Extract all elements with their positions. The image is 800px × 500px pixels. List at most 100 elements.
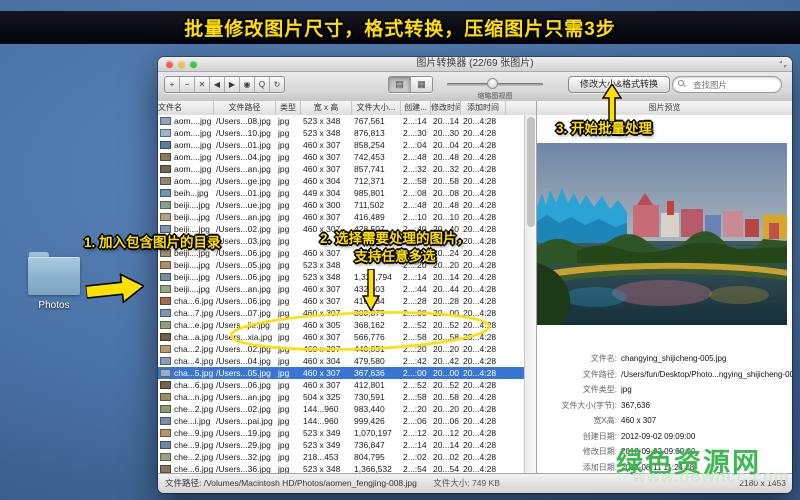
desktop-folder-photos[interactable]: Photos xyxy=(28,250,80,314)
file-thumbnail-icon xyxy=(160,141,171,149)
file-thumbnail-icon xyxy=(160,453,171,461)
fullscreen-icon[interactable] xyxy=(779,60,787,68)
table-cell: 460 x 307 xyxy=(301,139,352,151)
table-cell: /Users...01.jpg xyxy=(214,139,276,151)
column-header[interactable]: 创建... xyxy=(401,101,431,115)
table-cell: 2...:06 xyxy=(401,415,431,427)
app-window: 图片转换器 (22/69 张图片) +−✕◀▶◉Q↻ ▤ ▦ 缩略图视图 修改大… xyxy=(158,57,792,493)
table-row[interactable]: aom....jpg/Users...an.jpgjpg460 x 307857… xyxy=(158,163,524,175)
table-cell: aom....jpg xyxy=(158,163,214,175)
delete-button[interactable]: ✕ xyxy=(195,77,210,92)
file-thumbnail-icon xyxy=(160,297,171,305)
table-cell: cha...2.jpg xyxy=(158,343,214,355)
table-cell: 20...04 xyxy=(431,139,461,151)
table-cell: jpg xyxy=(276,199,301,211)
remove-button[interactable]: − xyxy=(180,77,195,92)
next-button[interactable]: ▶ xyxy=(225,77,240,92)
table-cell: jpg xyxy=(276,115,301,127)
header-strip: 文件名文件路径类型宽 x 高文件大小...创建...修改时间添加时间 图片预览 xyxy=(158,101,792,116)
table-row[interactable]: cha...n.jpg/Users...an.jpgjpg504 x 32573… xyxy=(158,391,524,403)
column-header[interactable]: 修改时间 xyxy=(431,101,461,115)
table-cell: jpg xyxy=(276,439,301,451)
table-cell: che...6.jpg xyxy=(158,463,214,473)
table-row[interactable]: che...9.jpg/Users...19.jpgjpg523 x 3491,… xyxy=(158,427,524,439)
table-row[interactable]: beiji....jpg/Users...06.jpgjpg523 x 3481… xyxy=(158,271,524,283)
table-cell: 736,847 xyxy=(352,439,401,451)
promo-banner-text: 批量修改图片尺寸，格式转换，压缩图片只需3步 xyxy=(184,14,616,41)
table-cell: cha...a.jpg xyxy=(158,331,214,343)
search-input[interactable] xyxy=(691,78,779,92)
table-row[interactable]: aom....jpg/Users...04.jpgjpg460 x 307742… xyxy=(158,151,524,163)
table-cell: jpg xyxy=(276,463,301,473)
list-view-button[interactable]: ▤ xyxy=(389,77,410,92)
slider-knob[interactable] xyxy=(487,78,498,89)
column-header[interactable]: 添加时间 xyxy=(461,101,506,115)
table-cell: 2...:04 xyxy=(401,139,431,151)
table-cell: 523 x 348 xyxy=(301,271,352,283)
file-thumbnail-icon xyxy=(160,441,171,449)
table-row[interactable]: che...2.jpg/Users...02.jpgjpg144...96098… xyxy=(158,403,524,415)
preview-eye-button[interactable]: ◉ xyxy=(240,77,255,92)
table-row[interactable]: beiji....jpg/Users...an.jpgjpg460 x 3074… xyxy=(158,211,524,223)
grid-view-button[interactable]: ▦ xyxy=(410,77,432,92)
table-row[interactable]: cha...4.jpg/Users...04.jpgjpg460 x 30447… xyxy=(158,355,524,367)
thumbnail-size-slider[interactable] xyxy=(447,81,543,87)
search-field[interactable] xyxy=(672,76,782,93)
table-cell: aom....jpg xyxy=(158,175,214,187)
refresh-button[interactable]: ↻ xyxy=(270,77,284,92)
table-cell: 2...:48 xyxy=(401,199,431,211)
file-thumbnail-icon xyxy=(160,261,171,269)
table-row[interactable]: aom....jpg/Users...01.jpgjpg460 x 307858… xyxy=(158,139,524,151)
table-cell: 20...42 xyxy=(431,355,461,367)
table-cell: che...2.jpg xyxy=(158,451,214,463)
scrollbar-thumb[interactable] xyxy=(527,117,535,227)
table-cell: /Users...an.jpg xyxy=(214,391,276,403)
table-cell: 460 x 307 xyxy=(301,211,352,223)
table-cell: 804,795 xyxy=(352,451,401,463)
detail-row: 宽X高:460 x 307 xyxy=(537,413,792,429)
table-cell: 2...:14 xyxy=(401,115,431,127)
table-cell: 449 x 304 xyxy=(301,187,352,199)
table-row[interactable]: cha...5.jpg/Users...05.jpgjpg460 x 30736… xyxy=(158,367,524,379)
table-row[interactable]: aom....jpg/Users...10.jpgjpg523 x 348876… xyxy=(158,127,524,139)
table-cell: 20...4:28 xyxy=(461,187,506,199)
table-cell: 460 x 300 xyxy=(301,199,352,211)
window-titlebar[interactable]: 图片转换器 (22/69 张图片) xyxy=(158,57,792,72)
file-thumbnail-icon xyxy=(160,285,171,293)
table-row[interactable]: beiji....jpg/Users...an.jpgjpg460 x 3074… xyxy=(158,283,524,295)
table-row[interactable]: aom....jpg/Users...08.jpgjpg523 x 348767… xyxy=(158,115,524,127)
table-cell: 20...4:28 xyxy=(461,391,506,403)
column-header[interactable]: 文件路径 xyxy=(214,101,276,115)
column-header[interactable]: 类型 xyxy=(276,101,301,115)
table-cell: 20...4:28 xyxy=(461,211,506,223)
table-row[interactable]: che...6.jpg/Users...36.jpgjpg523 x 3481,… xyxy=(158,463,524,473)
table-row[interactable]: beih...jpg/Users...01.jpgjpg449 x 304985… xyxy=(158,187,524,199)
table-cell: jpg xyxy=(276,403,301,415)
table-cell: jpg xyxy=(276,211,301,223)
magnify-button[interactable]: Q xyxy=(255,77,270,92)
table-cell: 416,489 xyxy=(352,211,401,223)
prev-button[interactable]: ◀ xyxy=(210,77,225,92)
file-thumbnail-icon xyxy=(160,189,171,197)
table-cell: aom....jpg xyxy=(158,139,214,151)
table-row[interactable]: cha...6.jpg/Users...06.jpgjpg460 x 30741… xyxy=(158,379,524,391)
table-row[interactable]: che...9.jpg/Users...29.jpgjpg523 x 34973… xyxy=(158,439,524,451)
column-header[interactable]: 宽 x 高 xyxy=(301,101,352,115)
table-cell: 20...02 xyxy=(431,451,461,463)
table-cell: 2...:20 xyxy=(401,403,431,415)
table-cell: 20...4:28 xyxy=(461,199,506,211)
annotation-step1: 1. 加入包含图片的目录 xyxy=(84,231,221,251)
table-scrollbar[interactable] xyxy=(524,115,536,473)
table-cell: jpg xyxy=(276,355,301,367)
add-button[interactable]: + xyxy=(165,77,180,92)
table-cell: beiji....jpg xyxy=(158,259,214,271)
table-cell: /Users...08.jpg xyxy=(214,115,276,127)
table-row[interactable]: beiji....jpg/Users...ue.jpgjpg460 x 3007… xyxy=(158,199,524,211)
table-row[interactable]: che...i.jpg/Users...pai.jpgjpg144...9609… xyxy=(158,415,524,427)
table-cell: jpg xyxy=(276,451,301,463)
table-row[interactable]: che...2.jpg/Users...32.jpgjpg218...45380… xyxy=(158,451,524,463)
column-header[interactable]: 文件大小... xyxy=(352,101,401,115)
table-cell: 2...:58 xyxy=(401,391,431,403)
column-header[interactable]: 文件名 xyxy=(158,101,214,115)
table-row[interactable]: aom....jpg/Users...ge.jpgjpg460 x 304712… xyxy=(158,175,524,187)
